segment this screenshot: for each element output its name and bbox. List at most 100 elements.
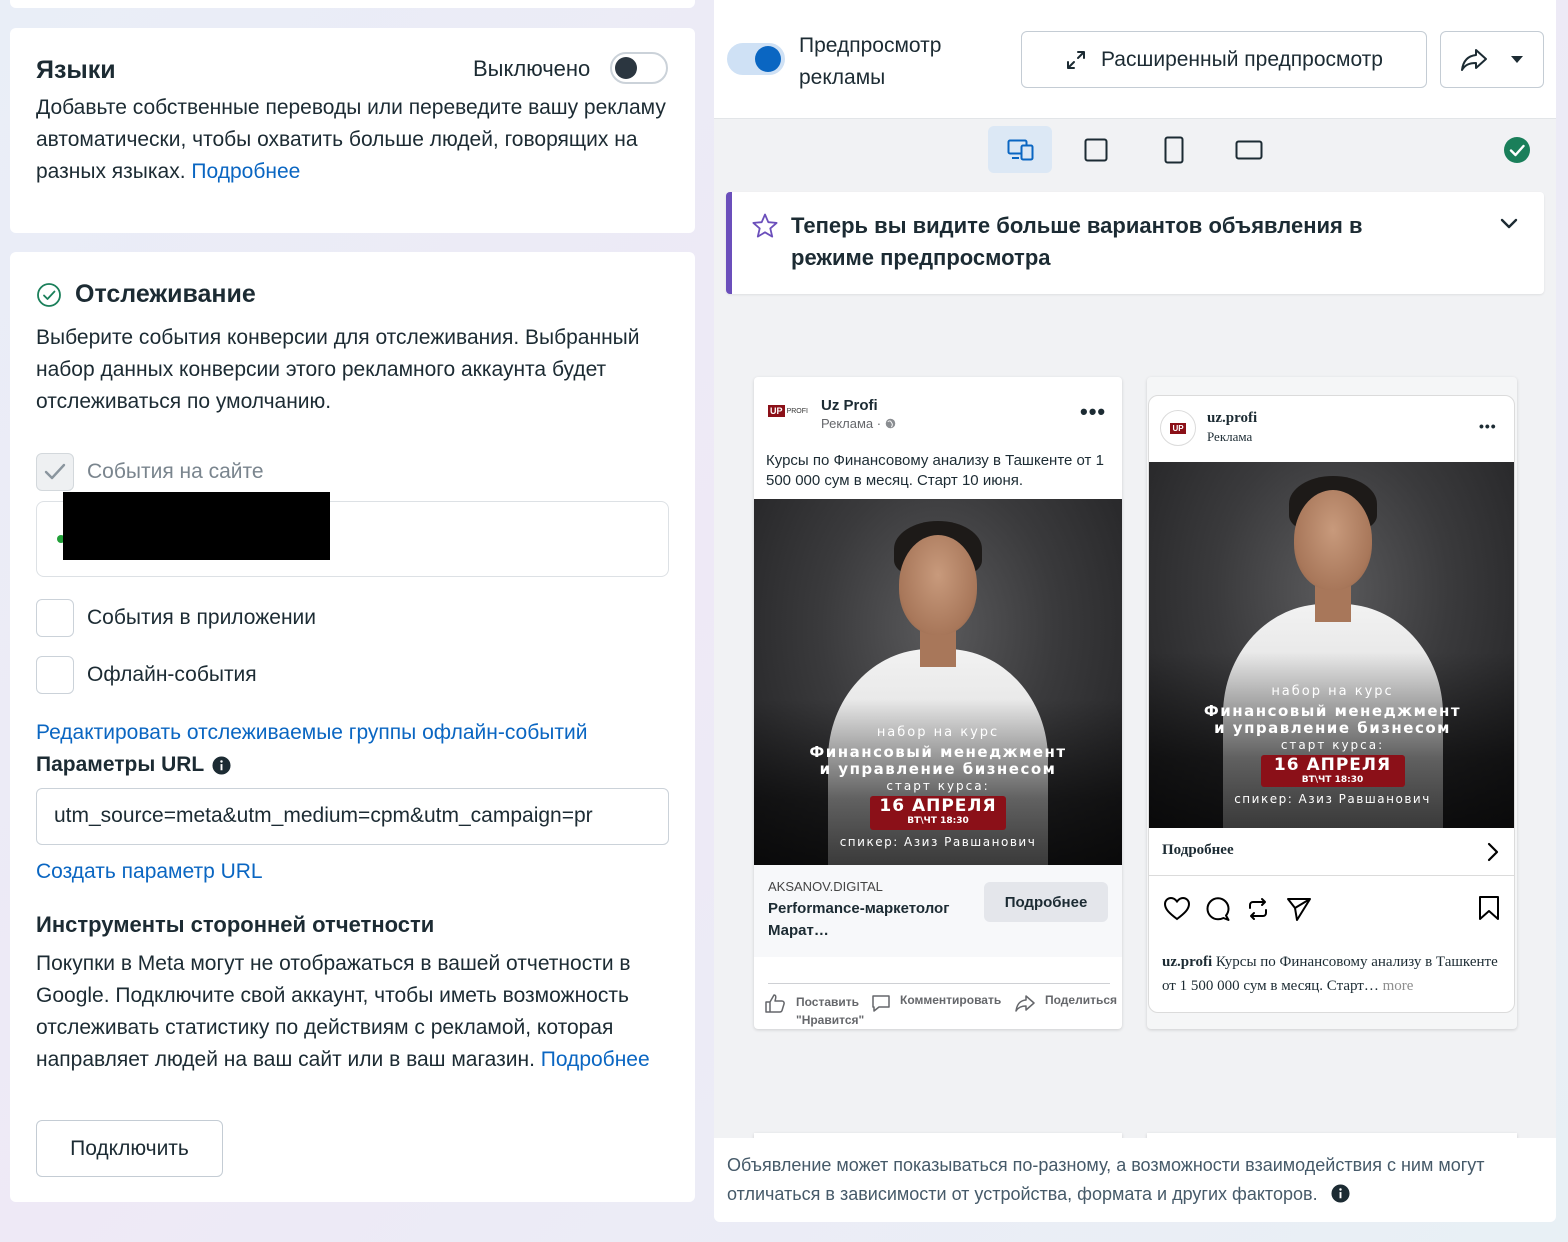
promo-line-2: и управление бизнесом: [819, 760, 1057, 778]
fb-page-name[interactable]: Uz Profi: [821, 397, 878, 414]
fb-sponsored: Реклама ·: [821, 416, 896, 431]
connect-button[interactable]: Подключить: [36, 1120, 223, 1177]
ad-preview-toggle[interactable]: [727, 43, 785, 75]
tracking-description: Выберите события конверсии для отслежива…: [36, 326, 640, 413]
create-url-param-link[interactable]: Создать параметр URL: [36, 860, 263, 884]
advanced-preview-button[interactable]: Расширенный предпросмотр: [1021, 31, 1427, 88]
third-party-text: Покупки в Meta могут не отображаться в в…: [36, 948, 676, 1076]
redacted-block: [63, 492, 330, 560]
url-params-input[interactable]: utm_source=meta&utm_medium=cpm&utm_campa…: [36, 788, 669, 845]
comment-icon[interactable]: [870, 993, 892, 1013]
languages-description-text: Добавьте собственные переводы или переве…: [36, 96, 666, 183]
share-dropdown-button[interactable]: [1440, 31, 1544, 88]
send-icon[interactable]: [1285, 896, 1313, 922]
star-icon: [752, 213, 778, 238]
share-arrow-icon[interactable]: [1014, 993, 1036, 1013]
ig-caption-more[interactable]: more: [1383, 978, 1414, 994]
fb-divider: [768, 983, 1110, 984]
ig-avatar-logo: UP: [1170, 422, 1186, 434]
fb-share-label[interactable]: Поделиться: [1045, 993, 1117, 1007]
promo-kicker: набор на курс: [1271, 684, 1394, 699]
ig-cta-label: Подробнее: [1162, 842, 1234, 858]
chevron-down-icon[interactable]: [1500, 218, 1518, 230]
notice-text: Теперь вы видите больше вариантов объявл…: [791, 213, 1363, 270]
ig-sponsored: Реклама: [1207, 429, 1253, 444]
languages-card: Языки Выключено Добавьте собственные пер…: [10, 28, 695, 233]
fb-like-label[interactable]: Поставить "Нравится": [796, 993, 876, 1029]
devices-icon: [1007, 139, 1034, 161]
comment-bubble-icon[interactable]: [1205, 896, 1231, 922]
promo-line-2: и управление бизнесом: [1214, 719, 1451, 737]
fb-link-area[interactable]: AKSANOV.DIGITAL Performance-маркетолог М…: [754, 865, 1122, 957]
third-party-title: Инструменты сторонней отчетности: [36, 912, 435, 937]
preview-notice[interactable]: Теперь вы видите больше вариантов объявл…: [726, 192, 1544, 294]
promo-line-1: Финансовый менеджмент: [809, 743, 1067, 761]
instagram-feed-preview[interactable]: UP uz.profi Реклама ••• набор на курс Фи…: [1147, 377, 1517, 1029]
person-head: [899, 535, 977, 635]
info-icon[interactable]: [212, 755, 231, 775]
ig-ad-image[interactable]: набор на курс Финансовый менеджмент и уп…: [1149, 462, 1514, 828]
advanced-preview-label: Расширенный предпросмотр: [1101, 47, 1383, 71]
facebook-feed-preview[interactable]: UP PROFI Uz Profi Реклама · ••• Курсы по…: [754, 377, 1122, 1029]
ig-more-icon[interactable]: •••: [1479, 418, 1497, 434]
promo-start: старт курса:: [886, 779, 990, 793]
fb-logo-mark: UP: [768, 405, 785, 417]
tracking-title: Отслеживание: [75, 280, 256, 308]
fb-comment-label[interactable]: Комментировать: [900, 993, 1001, 1007]
toggle-knob: [755, 46, 781, 72]
check-circle-icon: [37, 283, 61, 307]
ig-caption-text: Курсы по Финансовому анализу в Ташкенте …: [1162, 954, 1498, 994]
edit-offline-groups-link[interactable]: Редактировать отслеживаемые группы офлай…: [36, 721, 587, 745]
top-card-edge: [10, 0, 695, 8]
third-party-learn-more-link[interactable]: Подробнее: [541, 1048, 650, 1071]
promo-speaker: спикер: Азиз Равшанович: [1234, 792, 1431, 806]
fb-ad-image[interactable]: набор на курс Финансовый менеджмент и уп…: [754, 499, 1122, 865]
vertical-format-icon[interactable]: [1164, 136, 1184, 164]
dataset-select[interactable]: [36, 492, 669, 577]
ig-card: UP uz.profi Реклама ••• набор на курс Фи…: [1148, 395, 1515, 1013]
device-all-button[interactable]: [988, 126, 1052, 173]
ig-cta-bar[interactable]: Подробнее: [1149, 828, 1514, 876]
ig-caption: uz.profi Курсы по Финансовому анализу в …: [1162, 950, 1507, 998]
ig-actions: [1149, 888, 1514, 928]
languages-toggle[interactable]: [610, 52, 668, 84]
person-head: [1294, 490, 1372, 590]
ad-preview-label: Предпросмотр рекламы: [799, 34, 942, 89]
footer-note-text: Объявление может показываться по-разному…: [727, 1155, 1485, 1204]
app-events-checkbox[interactable]: [36, 599, 74, 637]
promo-kicker: набор на курс: [876, 725, 1000, 740]
status-check-icon: [1504, 137, 1530, 163]
horizontal-format-icon[interactable]: [1235, 140, 1263, 160]
caret-down-icon: [1511, 55, 1523, 63]
offline-events-label: Офлайн-события: [87, 663, 257, 686]
repost-icon[interactable]: [1245, 896, 1271, 922]
globe-icon: [885, 418, 896, 429]
languages-title: Языки: [36, 56, 116, 84]
preview-header: Предпросмотр рекламы Расширенный предпро…: [714, 0, 1556, 118]
url-params-label-text: Параметры URL: [36, 753, 205, 776]
preview-panel: Предпросмотр рекламы Расширенный предпро…: [714, 0, 1556, 1222]
fb-more-icon[interactable]: •••: [1080, 399, 1106, 425]
offline-events-checkbox[interactable]: [36, 656, 74, 694]
heart-icon[interactable]: [1163, 896, 1191, 922]
bookmark-icon[interactable]: [1478, 895, 1500, 921]
checkmark-icon: [44, 463, 66, 480]
like-icon[interactable]: [764, 993, 786, 1013]
ig-username[interactable]: uz.profi: [1207, 410, 1257, 427]
square-format-icon[interactable]: [1084, 138, 1108, 162]
expand-icon: [1067, 50, 1085, 69]
info-icon[interactable]: [1331, 1184, 1350, 1203]
languages-learn-more-link[interactable]: Подробнее: [191, 160, 300, 183]
promo-line-1: Финансовый менеджмент: [1203, 702, 1462, 720]
website-events-checkbox[interactable]: [36, 453, 74, 491]
fb-cta-button[interactable]: Подробнее: [984, 882, 1108, 922]
url-params-value: utm_source=meta&utm_medium=cpm&utm_campa…: [54, 804, 593, 827]
ig-caption-user[interactable]: uz.profi: [1162, 954, 1212, 970]
toggle-knob: [615, 57, 637, 79]
fb-post-text: Курсы по Финансовому анализу в Ташкенте …: [766, 452, 1104, 489]
device-toolbar: [714, 118, 1556, 180]
languages-toggle-label: Выключено: [473, 56, 591, 81]
promo-date-main: 16 АПРЕЛЯ: [1273, 755, 1392, 775]
languages-description: Добавьте собственные переводы или переве…: [36, 92, 666, 188]
promo-speaker: спикер: Азиз Равшанович: [839, 835, 1037, 849]
